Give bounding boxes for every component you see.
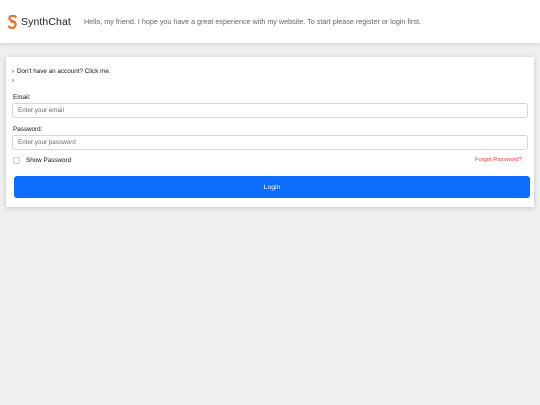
show-password-checkbox[interactable] (13, 157, 20, 164)
welcome-message: Hello, my friend. I hope you have a grea… (83, 17, 421, 26)
email-field[interactable] (12, 103, 528, 118)
brand[interactable]: SynthChat (8, 14, 71, 29)
caret-right-icon: › (12, 78, 14, 84)
register-link[interactable]: › Don't have an account? Click me. (12, 68, 111, 75)
show-password-label: Show Password (26, 157, 72, 164)
password-label: Password: (13, 126, 43, 133)
top-navbar: SynthChat Hello, my friend. I hope you h… (0, 0, 540, 43)
show-password-row: Show Password (13, 157, 71, 164)
email-label: Email: (13, 94, 31, 101)
brand-name: SynthChat (21, 15, 71, 28)
login-card: › Don't have an account? Click me. › Ema… (6, 57, 534, 207)
forgot-password-link[interactable]: Forgot Password? (475, 157, 522, 163)
password-field[interactable] (12, 135, 528, 150)
synthchat-logo-icon (8, 14, 17, 29)
login-button[interactable]: Login (14, 176, 530, 198)
secondary-toggle[interactable]: › (12, 78, 17, 84)
caret-right-icon: › (12, 68, 14, 75)
register-link-text: Don't have an account? Click me. (17, 68, 111, 75)
